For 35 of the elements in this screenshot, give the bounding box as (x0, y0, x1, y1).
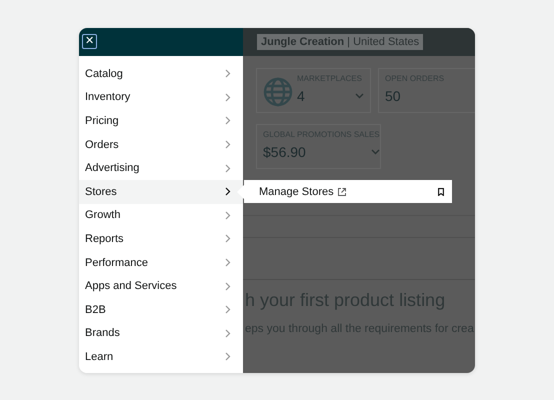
menu-item[interactable]: Apps and Services (79, 274, 243, 298)
chevron-right-icon (225, 282, 231, 291)
globe-icon (263, 76, 293, 106)
chevron-right-icon (225, 140, 231, 150)
chevron-right-icon (225, 92, 231, 102)
menu-item[interactable]: Performance (79, 250, 243, 274)
chevron-right-icon (225, 352, 231, 362)
stat-value: 4 (297, 88, 305, 104)
menu-item[interactable]: Learn (79, 345, 243, 369)
stat-value: 50 (385, 88, 401, 104)
chevron-right-icon (225, 258, 231, 268)
menu-item[interactable]: B2B (79, 298, 243, 322)
menu-item[interactable]: Inventory (79, 86, 243, 110)
stat-value: $56.90 (263, 144, 306, 160)
chevron-right-icon (225, 210, 231, 220)
chevron-right-icon (225, 305, 231, 314)
menu-item[interactable]: Brands (79, 322, 243, 346)
menu-item[interactable]: Catalog (79, 62, 243, 86)
submenu-link[interactable]: Manage Stores (259, 186, 346, 198)
bookmark-icon[interactable] (438, 188, 444, 196)
menu-item[interactable]: Orders (79, 132, 243, 156)
menu-item[interactable]: Stores (79, 180, 243, 204)
chevron-right-icon (225, 164, 231, 173)
chevron-right-icon (225, 116, 231, 126)
chevron-right-icon (225, 187, 231, 196)
chevron-down-icon[interactable] (370, 148, 380, 154)
chevron-down-icon[interactable] (355, 92, 364, 98)
menu-item[interactable]: Growth (79, 204, 243, 228)
chevron-right-icon (225, 328, 231, 338)
chevron-right-icon (225, 69, 231, 78)
menu-item[interactable]: Advertising (79, 156, 243, 180)
menu-item[interactable]: Reports (79, 227, 243, 251)
close-button[interactable]: ✕ (82, 34, 97, 49)
chevron-right-icon (225, 234, 231, 244)
menu-item[interactable]: Pricing (79, 109, 243, 133)
